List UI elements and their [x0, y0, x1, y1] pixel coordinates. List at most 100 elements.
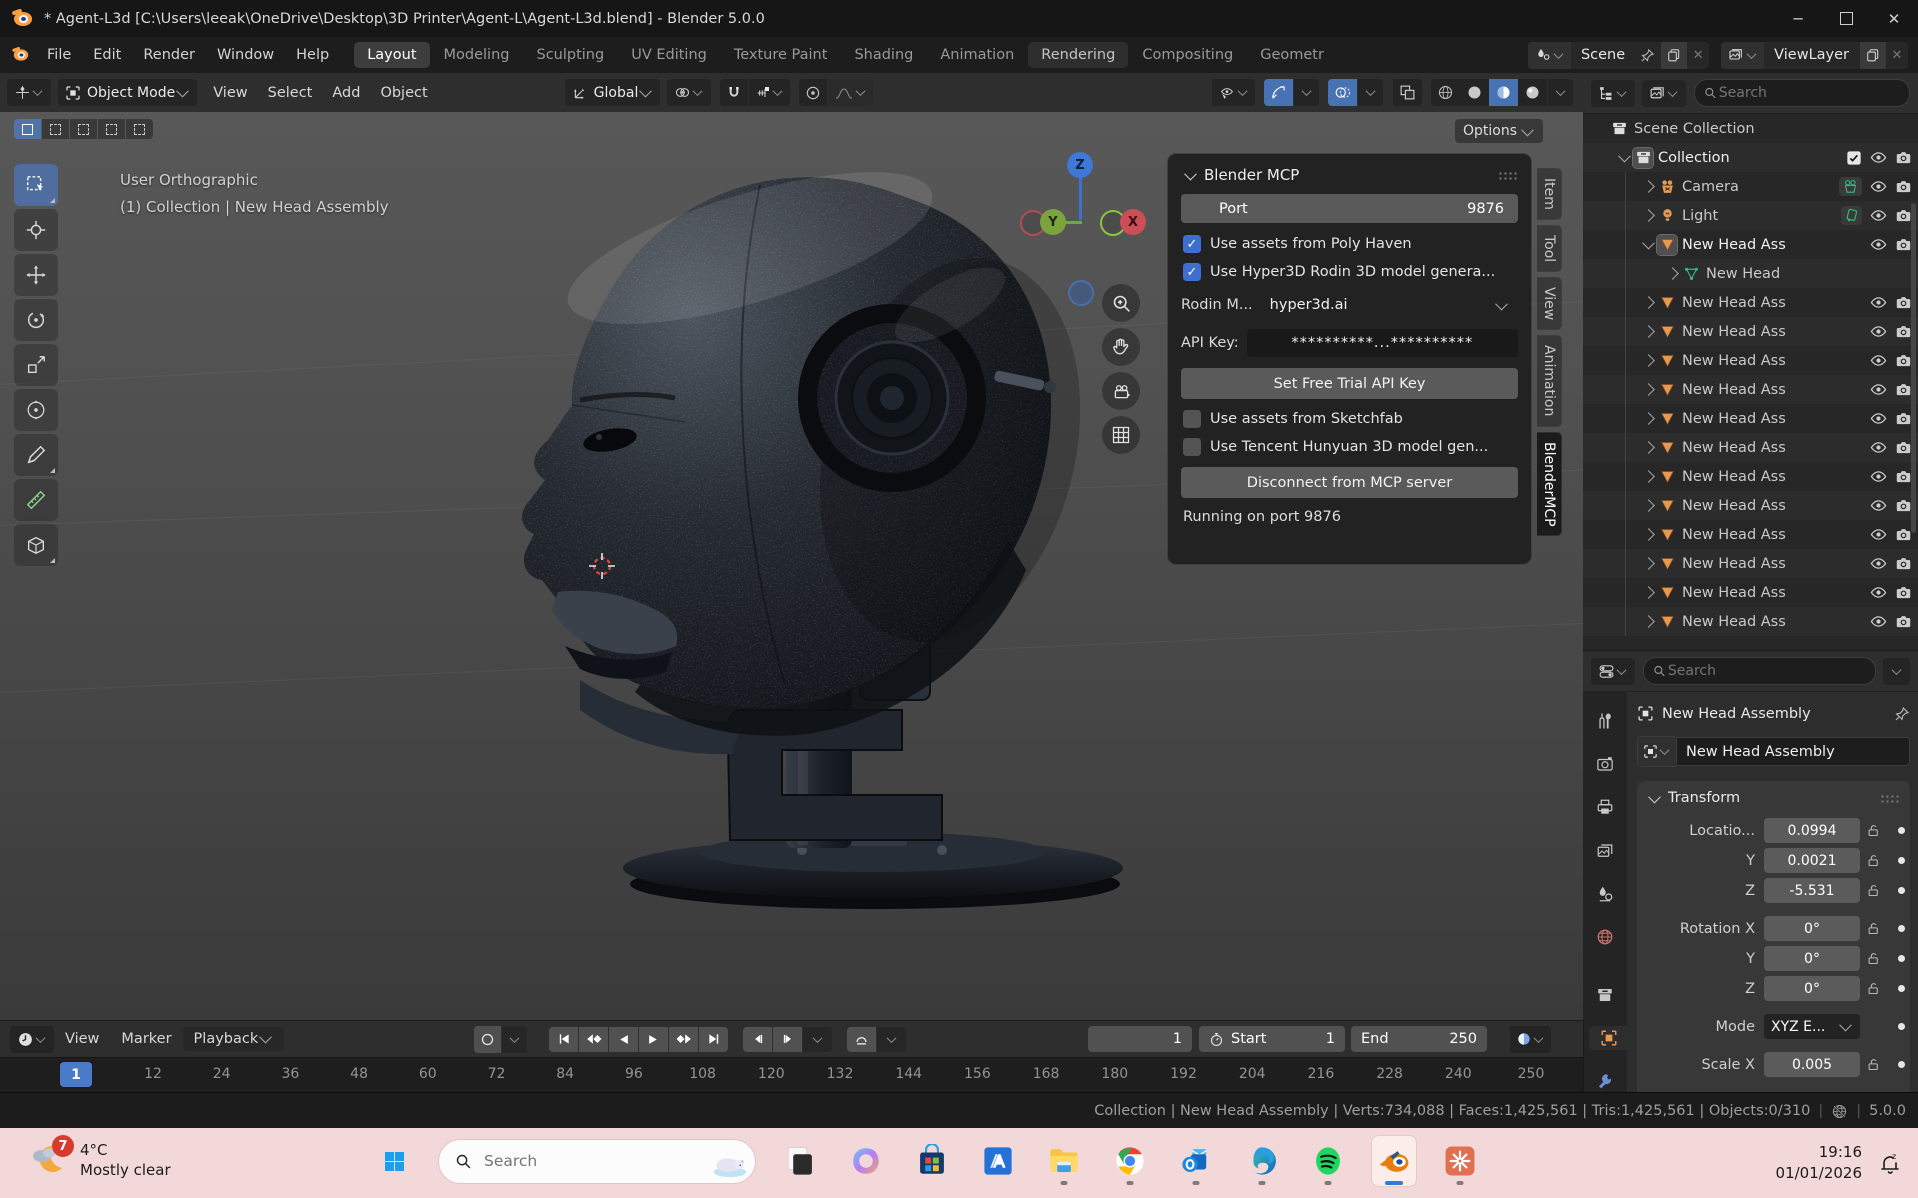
expand-right-icon[interactable]	[1641, 585, 1657, 601]
hide-eye-icon[interactable]	[1870, 526, 1887, 543]
copilot-icon[interactable]	[844, 1136, 888, 1186]
outliner-row[interactable]: New Head Ass	[1583, 404, 1918, 433]
menu-render[interactable]: Render	[132, 43, 206, 67]
snap-settings-dropdown[interactable]	[749, 79, 790, 106]
outliner-row[interactable]: New Head Ass	[1583, 288, 1918, 317]
auto-keyframe-toggle[interactable]	[474, 1026, 501, 1053]
menu-edit[interactable]: Edit	[82, 43, 132, 67]
transform-orientation-dropdown[interactable]: Global	[565, 79, 661, 106]
shading-solid[interactable]	[1460, 79, 1489, 106]
disconnect-mcp-button[interactable]: Disconnect from MCP server	[1181, 467, 1518, 498]
workspace-tab-texture-paint[interactable]: Texture Paint	[721, 42, 841, 68]
outliner-search[interactable]	[1694, 79, 1910, 107]
animate-dot[interactable]	[1898, 827, 1905, 834]
tool-cursor[interactable]	[14, 209, 58, 251]
properties-tab-output[interactable]	[1587, 796, 1623, 819]
weather-widget[interactable]: 7 4°C Mostly clear	[26, 1138, 171, 1182]
menu-file[interactable]: File	[36, 43, 82, 67]
editor-type-dropdown[interactable]	[7, 79, 51, 106]
properties-editor-dropdown[interactable]	[1591, 658, 1635, 685]
menu-help[interactable]: Help	[285, 43, 340, 67]
ia-app-icon[interactable]	[976, 1136, 1020, 1186]
hide-eye-icon[interactable]	[1870, 410, 1887, 427]
blender-taskbar-icon[interactable]	[1372, 1136, 1416, 1186]
render-camera-icon[interactable]	[1895, 352, 1912, 369]
new-viewlayer-button[interactable]	[1860, 42, 1886, 69]
checkbox-checked-icon[interactable]: ✓	[1183, 235, 1201, 253]
scene-name[interactable]: Scene	[1571, 47, 1635, 63]
render-camera-icon[interactable]	[1895, 439, 1912, 456]
shading-wireframe[interactable]	[1431, 79, 1460, 106]
properties-tab-object[interactable]	[1589, 1026, 1629, 1049]
hide-eye-icon[interactable]	[1870, 352, 1887, 369]
gizmo-axis-x[interactable]: X	[1120, 209, 1146, 235]
timeline-menu-view[interactable]: View	[54, 1027, 110, 1051]
viewlayer-icon[interactable]	[1721, 42, 1764, 69]
workspace-tab-shading[interactable]: Shading	[841, 42, 926, 68]
checkbox-unchecked-icon[interactable]	[1183, 410, 1201, 428]
render-camera-icon[interactable]	[1895, 584, 1912, 601]
properties-tab-render[interactable]	[1587, 752, 1623, 775]
expand-right-icon[interactable]	[1641, 324, 1657, 340]
render-camera-icon[interactable]	[1895, 468, 1912, 485]
expand-right-icon[interactable]	[1641, 295, 1657, 311]
outliner-filter-dropdown[interactable]	[1642, 80, 1686, 107]
gizmo-dropdown[interactable]	[1294, 79, 1319, 106]
unlink-scene-button[interactable]: ✕	[1687, 48, 1709, 63]
hyper3d-checkbox[interactable]: ✓ Use Hyper3D Rodin 3D model genera...	[1183, 263, 1516, 281]
minimize-button[interactable]: ─	[1774, 0, 1822, 37]
navigation-gizmo[interactable]: Z Y X	[1020, 152, 1150, 272]
edge-icon[interactable]	[1240, 1136, 1284, 1186]
api-key-field[interactable]: **********...**********	[1247, 329, 1518, 357]
pin-icon[interactable]	[1894, 706, 1910, 722]
hide-eye-icon[interactable]	[1870, 584, 1887, 601]
remove-viewlayer-button[interactable]: ✕	[1886, 48, 1908, 63]
transform-panel-header[interactable]: Transform	[1647, 790, 1900, 806]
outliner-row[interactable]: Scene Collection	[1583, 114, 1918, 143]
lock-open-icon[interactable]	[1860, 981, 1886, 996]
play-button[interactable]	[639, 1027, 668, 1052]
expand-right-icon[interactable]	[1641, 382, 1657, 398]
workspace-tab-geometr[interactable]: Geometr	[1247, 42, 1337, 68]
timeline-sync-dropdown[interactable]	[1509, 1026, 1551, 1053]
expand-right-icon[interactable]	[1641, 498, 1657, 514]
tool-move[interactable]	[14, 254, 58, 296]
mcp-panel-header[interactable]: Blender MCP	[1183, 166, 1518, 184]
render-camera-icon[interactable]	[1895, 381, 1912, 398]
render-camera-icon[interactable]	[1895, 410, 1912, 427]
microsoft-store-icon[interactable]	[910, 1136, 954, 1186]
overlays-dropdown[interactable]	[1358, 79, 1383, 106]
hide-eye-icon[interactable]	[1870, 178, 1887, 195]
sidebar-tab-tool[interactable]: Tool	[1537, 225, 1562, 272]
tool-select-box[interactable]	[14, 164, 58, 206]
workspace-tab-sculpting[interactable]: Sculpting	[523, 42, 617, 68]
next-keyframe-button[interactable]	[669, 1027, 698, 1052]
viewlayer-name[interactable]: ViewLayer	[1764, 47, 1859, 63]
chrome-icon[interactable]	[1108, 1136, 1152, 1186]
tool-rotate[interactable]	[14, 299, 58, 341]
scene-selector[interactable]: Scene ✕	[1528, 42, 1709, 69]
render-camera-icon[interactable]	[1895, 236, 1912, 253]
render-camera-icon[interactable]	[1895, 149, 1912, 166]
maximize-button[interactable]	[1822, 0, 1870, 37]
keying-dropdown[interactable]	[877, 1027, 906, 1052]
outliner-row[interactable]: Camera	[1583, 172, 1918, 201]
sidebar-tab-view[interactable]: View	[1537, 277, 1562, 330]
expand-right-icon[interactable]	[1641, 440, 1657, 456]
properties-tab-modifier[interactable]	[1587, 1070, 1623, 1093]
port-field[interactable]: Port 9876	[1181, 194, 1518, 223]
viewport-3d[interactable]: Options User Orthographic (1) Collection…	[0, 112, 1584, 1020]
lock-open-icon[interactable]	[1860, 823, 1886, 838]
render-camera-icon[interactable]	[1895, 526, 1912, 543]
hide-eye-icon[interactable]	[1870, 207, 1887, 224]
frame-end-field[interactable]: End250	[1351, 1026, 1487, 1052]
pin-icon[interactable]	[1635, 48, 1660, 63]
drag-dots-icon[interactable]	[1498, 171, 1518, 180]
falloff-dropdown[interactable]	[828, 79, 873, 106]
timeline-menu-marker[interactable]: Marker	[110, 1027, 182, 1051]
outliner-row[interactable]: Light	[1583, 201, 1918, 230]
animate-dot[interactable]	[1898, 887, 1905, 894]
taskbar-search[interactable]	[438, 1139, 756, 1184]
outliner-row[interactable]: New Head Ass	[1583, 462, 1918, 491]
render-camera-icon[interactable]	[1895, 555, 1912, 572]
